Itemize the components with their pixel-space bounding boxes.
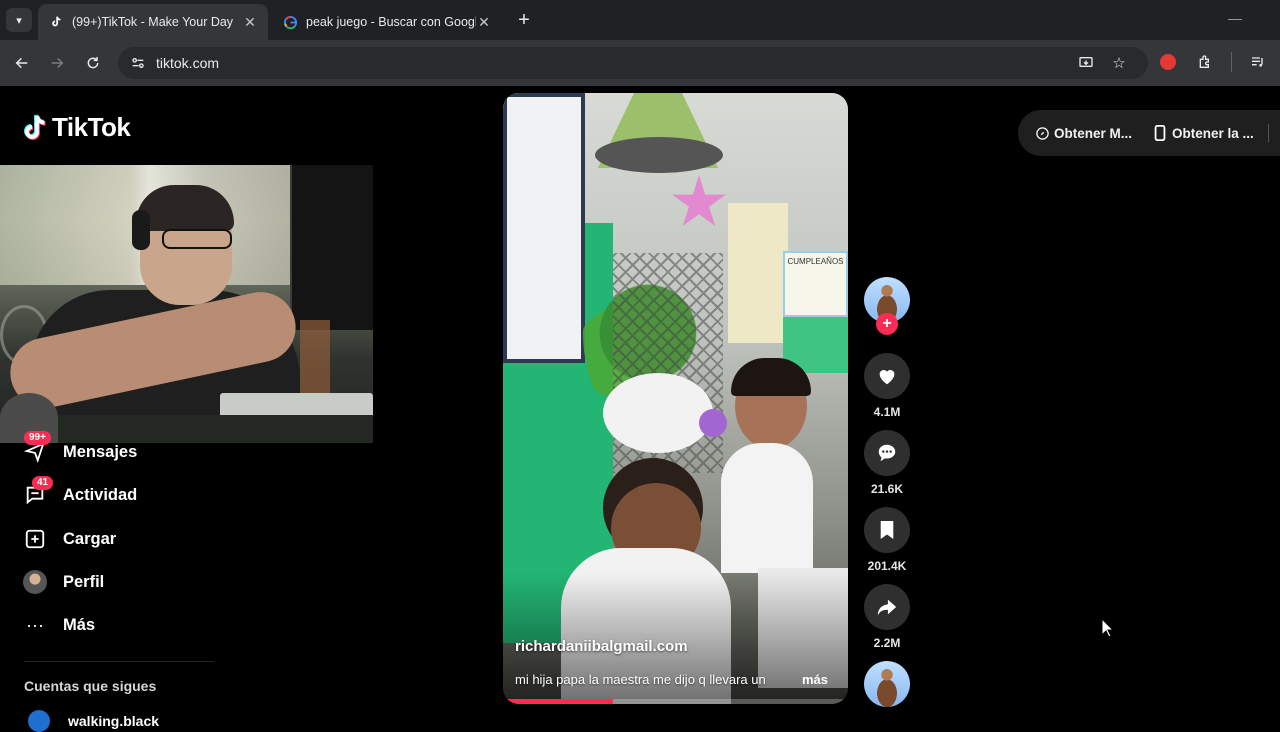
video-progress-fill: [503, 699, 614, 704]
sidebar-divider: [24, 661, 214, 662]
site-settings-icon[interactable]: [126, 51, 150, 75]
install-app-icon[interactable]: [1075, 52, 1097, 74]
sidebar-item-mas[interactable]: ··· Más: [22, 610, 95, 640]
share-action[interactable]: 2.2M: [864, 584, 910, 650]
get-coins-label: Obtener M...: [1054, 125, 1133, 141]
get-app-label: Obtener la ...: [1172, 125, 1254, 141]
tab-tiktok[interactable]: (99+)TikTok - Make Your Day ✕: [38, 4, 268, 40]
share-count: 2.2M: [873, 636, 901, 650]
save-action[interactable]: 201.4K: [864, 507, 910, 573]
sound-disc-avatar[interactable]: [864, 661, 910, 707]
sidebar-item-label: Actividad: [63, 485, 138, 504]
pill-divider: [1267, 124, 1269, 142]
monitor-image: [292, 165, 373, 330]
messages-badge: 99+: [24, 431, 51, 445]
tiktok-page: TikTok 99+ Mensajes 41 Actividad Cargar …: [0, 86, 1280, 732]
forward-icon[interactable]: [45, 51, 69, 75]
reload-icon[interactable]: [81, 51, 105, 75]
comment-count: 21.6K: [870, 482, 904, 496]
toolbar-divider: [1231, 52, 1232, 72]
whiteboard-image: [503, 93, 585, 363]
comment-action[interactable]: 21.6K: [864, 430, 910, 496]
top-right-actions: Obtener M... Obtener la ...: [1018, 110, 1280, 156]
video-player[interactable]: CUMPLEAÑOS richardaniibalgmail.com mi hi…: [503, 93, 848, 704]
tiktok-logo[interactable]: TikTok: [22, 112, 131, 143]
sidebar-item-label: Más: [63, 615, 96, 634]
address-bar[interactable]: tiktok.com ☆: [118, 47, 1148, 79]
following-account-name: walking.black: [68, 713, 160, 729]
paper-plane-icon: 99+: [22, 431, 51, 465]
save-count: 201.4K: [867, 559, 907, 573]
following-title: Cuentas que sigues: [24, 678, 157, 694]
url-text: tiktok.com: [156, 55, 220, 71]
browser-toolbar: tiktok.com ☆: [0, 40, 1280, 86]
activity-badge: 41: [32, 476, 54, 490]
media-control-icon[interactable]: [1247, 51, 1269, 73]
plus-square-icon: [22, 526, 48, 552]
phone-icon: [1152, 125, 1168, 141]
browser-tab-bar: ▾ (99+)TikTok - Make Your Day ✕ peak jue…: [0, 0, 1280, 40]
tab-title: peak juego - Buscar con Google: [306, 15, 476, 29]
birthday-sign-text: CUMPLEAÑOS: [787, 257, 844, 266]
tab-search-button[interactable]: ▾: [6, 8, 32, 32]
back-icon[interactable]: [10, 51, 34, 75]
avatar: [28, 710, 50, 732]
sidebar-item-mensajes[interactable]: 99+ Mensajes: [22, 431, 138, 467]
tiktok-icon: [48, 14, 64, 30]
tiktok-wordmark: TikTok: [52, 112, 131, 142]
webcam-overlay: [0, 165, 373, 443]
get-coins-button[interactable]: Obtener M...: [1034, 125, 1132, 141]
sidebar-item-label: Mensajes: [63, 442, 138, 461]
more-icon: ···: [26, 614, 44, 635]
avatar: [22, 569, 48, 595]
close-icon[interactable]: ✕: [242, 14, 258, 30]
close-icon[interactable]: ✕: [476, 14, 492, 30]
birthday-sign: CUMPLEAÑOS: [783, 251, 848, 317]
google-icon: [282, 14, 298, 30]
minimize-icon[interactable]: —: [1228, 10, 1248, 30]
video-caption: mi hija papa la maestra me dijo q llevar…: [515, 672, 766, 687]
compass-icon: [1034, 125, 1050, 141]
heart-icon[interactable]: [864, 353, 910, 399]
tab-title: (99+)TikTok - Make Your Day: [72, 15, 234, 29]
sidebar-item-label: Perfil: [63, 572, 105, 591]
get-app-button[interactable]: Obtener la ...: [1152, 125, 1254, 141]
inbox-icon: 41: [22, 476, 54, 508]
new-tab-button[interactable]: +: [512, 8, 536, 32]
tab-google[interactable]: peak juego - Buscar con Google ✕: [272, 4, 502, 40]
bookmark-star-icon[interactable]: ☆: [1108, 52, 1130, 74]
sidebar-item-actividad[interactable]: 41 Actividad: [22, 476, 138, 510]
caption-more-button[interactable]: más: [802, 672, 828, 687]
pink-star-decoration: [672, 175, 726, 226]
like-count: 4.1M: [873, 405, 901, 419]
tiktok-logo-icon: [22, 113, 50, 143]
share-icon[interactable]: [864, 584, 910, 630]
extensions-puzzle-icon[interactable]: [1194, 51, 1216, 73]
comment-icon[interactable]: [864, 430, 910, 476]
sidebar-item-perfil[interactable]: Perfil: [22, 567, 104, 597]
like-action[interactable]: 4.1M: [864, 353, 910, 419]
follow-plus-button[interactable]: +: [876, 313, 898, 335]
extension-icon[interactable]: [1160, 54, 1176, 70]
following-account[interactable]: walking.black: [28, 710, 159, 732]
sidebar-item-label: Cargar: [63, 529, 117, 548]
sidebar-item-cargar[interactable]: Cargar: [22, 524, 116, 554]
video-author[interactable]: richardaniibalgmail.com: [515, 638, 688, 655]
bookmark-icon[interactable]: [864, 507, 910, 553]
